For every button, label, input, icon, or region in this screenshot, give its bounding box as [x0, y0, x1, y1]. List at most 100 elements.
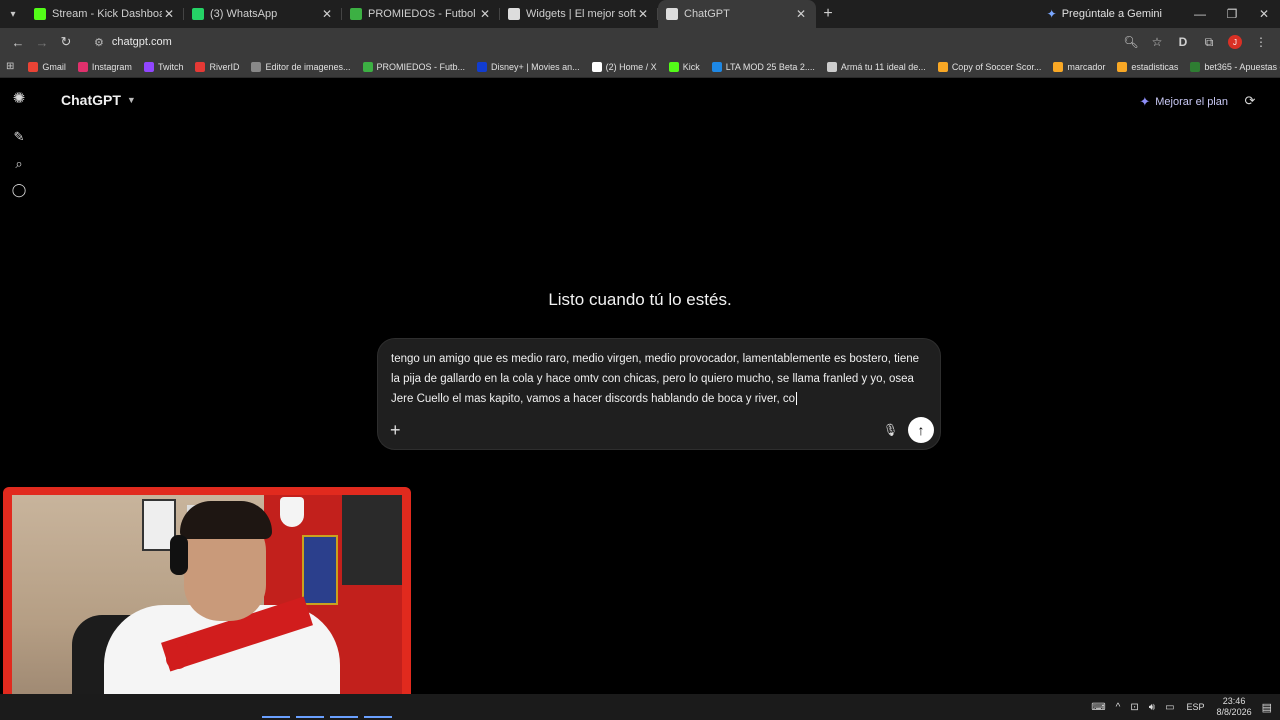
bookmark-item[interactable]: estadisticas: [1117, 61, 1178, 72]
tab-search-icon[interactable]: ▾: [0, 0, 26, 28]
bookmark-favicon-icon: [1190, 61, 1201, 72]
bookmark-label: LTA MOD 25 Beta 2....: [725, 61, 815, 72]
bookmark-item[interactable]: marcador: [1053, 61, 1105, 72]
microphone-icon[interactable]: 🎙︎: [883, 423, 898, 437]
bookmark-item[interactable]: Instagram: [77, 61, 132, 72]
model-label: ChatGPT: [61, 92, 121, 108]
bookmark-item[interactable]: Armá tu 11 ideal de...: [826, 61, 926, 72]
extensions-icon[interactable]: ⧉: [1196, 35, 1222, 50]
bookmark-label: bet365 - Apuestas d...: [1204, 61, 1280, 72]
gemini-label: Pregúntale a Gemini: [1061, 8, 1162, 20]
address-bar[interactable]: ⚙ chatgpt.com: [86, 31, 1110, 53]
bookmark-label: RiverID: [209, 61, 240, 72]
bookmark-favicon-icon: [1053, 61, 1064, 72]
gemini-button[interactable]: ✦ Pregúntale a Gemini: [1047, 7, 1162, 21]
tab-0[interactable]: Stream - Kick Dashboard✕: [26, 0, 184, 28]
back-button[interactable]: ←: [6, 35, 30, 50]
model-selector[interactable]: ChatGPT ▼: [61, 92, 136, 108]
taskbar-running-indicators: [262, 716, 392, 718]
tab-1[interactable]: (3) WhatsApp ✕: [184, 0, 342, 28]
bookmark-item[interactable]: Editor de imagenes...: [251, 61, 351, 72]
chevron-down-icon: ▼: [126, 95, 136, 105]
attach-plus-icon[interactable]: +: [390, 421, 401, 439]
tab-favicon-icon: [192, 8, 204, 20]
bookmark-item[interactable]: bet365 - Apuestas d...: [1190, 61, 1280, 72]
clock-date: 8/8/2026: [1216, 707, 1252, 717]
chat-bubble-icon[interactable]: ◯: [11, 182, 27, 198]
volume-icon[interactable]: 🔊︎: [1149, 702, 1155, 713]
text-caret: [796, 392, 797, 406]
tab-title: ChatGPT: [684, 8, 730, 20]
site-info-icon[interactable]: ⚙: [94, 36, 104, 49]
tab-2[interactable]: PROMIEDOS - Futbol Argentino✕: [342, 0, 500, 28]
battery-icon[interactable]: ▭: [1165, 702, 1174, 713]
restore-button[interactable]: ❐: [1216, 7, 1248, 21]
bookmark-item[interactable]: PROMIEDOS - Futb...: [362, 61, 466, 72]
network-icon[interactable]: ⊡: [1130, 702, 1138, 713]
tab-3[interactable]: Widgets | El mejor software para✕: [500, 0, 658, 28]
openai-logo-icon[interactable]: ✺: [11, 91, 27, 107]
bookmark-item[interactable]: Disney+ | Movies an...: [477, 61, 580, 72]
prompt-composer[interactable]: tengo un amigo que es medio raro, medio …: [377, 338, 941, 450]
tab-4[interactable]: ChatGPT ✕: [658, 0, 816, 28]
reload-button[interactable]: ↻: [54, 34, 78, 50]
bookmark-star-icon[interactable]: ☆: [1144, 35, 1170, 49]
tab-close-icon[interactable]: ✕: [794, 7, 808, 21]
bookmark-favicon-icon: [668, 61, 679, 72]
bookmark-item[interactable]: LTA MOD 25 Beta 2....: [711, 61, 815, 72]
tray-chevron-icon[interactable]: ^: [1116, 702, 1121, 713]
edit-icon[interactable]: ✎: [11, 129, 27, 145]
notifications-icon[interactable]: ▤: [1262, 701, 1272, 714]
bookmark-label: Twitch: [157, 61, 184, 72]
tab-favicon-icon: [666, 8, 678, 20]
bookmark-label: PROMIEDOS - Futb...: [376, 61, 466, 72]
bookmark-item[interactable]: RiverID: [195, 61, 240, 72]
bookmark-item[interactable]: Gmail: [28, 61, 66, 72]
keyboard-icon[interactable]: ⌨: [1091, 702, 1105, 713]
menu-kebab-icon[interactable]: ⋮: [1248, 35, 1274, 49]
hero-heading: Listo cuando tú lo estés.: [548, 290, 732, 309]
upgrade-plan-button[interactable]: ✦ Mejorar el plan: [1139, 94, 1228, 110]
extension-d-icon[interactable]: D: [1170, 35, 1196, 49]
bookmark-favicon-icon: [591, 61, 602, 72]
bookmark-label: Kick: [682, 61, 700, 72]
prompt-input[interactable]: tengo un amigo que es medio raro, medio …: [391, 349, 931, 409]
search-icon[interactable]: ⌕: [11, 156, 27, 172]
tab-close-icon[interactable]: ✕: [478, 7, 492, 21]
bookmark-favicon-icon: [826, 61, 837, 72]
send-button[interactable]: ↑: [908, 417, 934, 443]
browser-toolbar: ← → ↻ ⚙ chatgpt.com 🔍︎ ☆ D ⧉ J ⋮: [0, 28, 1280, 56]
bookmark-item[interactable]: Kick: [668, 61, 700, 72]
bookmark-favicon-icon: [77, 61, 88, 72]
close-window-button[interactable]: ✕: [1248, 7, 1280, 21]
bookmark-favicon-icon: [1117, 61, 1128, 72]
bookmark-label: Copy of Soccer Scor...: [951, 61, 1042, 72]
zoom-icon[interactable]: 🔍︎: [1118, 35, 1144, 49]
bookmark-favicon-icon: [28, 61, 39, 72]
tab-close-icon[interactable]: ✕: [636, 7, 650, 21]
new-tab-button[interactable]: +: [816, 5, 840, 23]
forward-button[interactable]: →: [30, 35, 54, 50]
bookmark-item[interactable]: Twitch: [143, 61, 184, 72]
tab-close-icon[interactable]: ✕: [162, 7, 176, 21]
tab-title: Stream - Kick Dashboard: [52, 8, 162, 20]
tab-favicon-icon: [34, 8, 46, 20]
apps-grid-icon[interactable]: ⊞: [6, 61, 14, 72]
profile-avatar[interactable]: J: [1228, 35, 1242, 49]
bookmark-item[interactable]: (2) Home / X: [591, 61, 657, 72]
minimize-button[interactable]: —: [1184, 7, 1216, 21]
bookmark-label: Gmail: [42, 61, 66, 72]
bookmark-favicon-icon: [195, 61, 206, 72]
bookmark-item[interactable]: Copy of Soccer Scor...: [937, 61, 1042, 72]
bookmark-favicon-icon: [711, 61, 722, 72]
bookmark-favicon-icon: [251, 61, 262, 72]
clock[interactable]: 23:46 8/8/2026: [1217, 696, 1252, 718]
language-indicator[interactable]: ESP: [1187, 702, 1205, 712]
url-text: chatgpt.com: [111, 36, 172, 48]
temporary-chat-icon[interactable]: ⟳: [1242, 93, 1258, 109]
tab-favicon-icon: [508, 8, 520, 20]
upgrade-label: Mejorar el plan: [1155, 96, 1228, 108]
tab-close-icon[interactable]: ✕: [320, 7, 334, 21]
webcam-video: [12, 495, 402, 709]
bookmark-label: (2) Home / X: [605, 61, 657, 72]
